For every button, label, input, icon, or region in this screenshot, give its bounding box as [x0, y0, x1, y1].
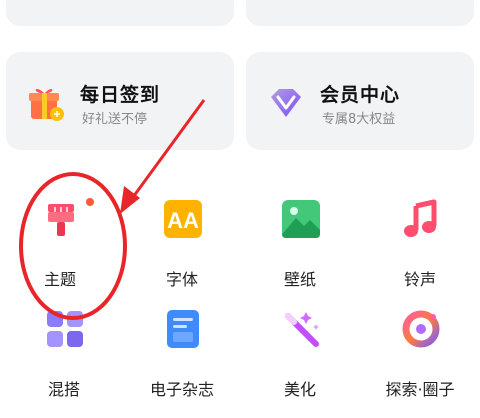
grid-item-ringtone[interactable]: 铃声 [360, 198, 480, 308]
daily-checkin-subtitle: 好礼送不停 [82, 112, 148, 127]
grid-item-mix[interactable]: 混搭 [4, 308, 124, 418]
member-center-subtitle: 专属8大权益 [322, 112, 396, 127]
grid-label-theme: 主题 [43, 270, 76, 289]
grid-label-magazine: 电子杂志 [149, 380, 214, 399]
grid-item-wallpaper[interactable]: 壁纸 [240, 198, 360, 308]
grid-label-beautify: 美化 [283, 380, 316, 399]
new-badge-dot [86, 198, 94, 206]
grid-tiles-icon [47, 311, 83, 347]
member-center-title: 会员中心 [320, 84, 401, 106]
grid-label-mix: 混搭 [47, 380, 80, 399]
grid-label-font: 字体 [165, 270, 198, 289]
daily-checkin-title: 每日签到 [80, 84, 161, 106]
grid-label-wallpaper: 壁纸 [283, 270, 316, 289]
grid-item-font[interactable]: AA 字体 [122, 198, 242, 308]
explore-ring-icon [402, 310, 440, 348]
grid-item-theme[interactable]: 主题 [0, 198, 120, 308]
diamond-icon [271, 89, 301, 117]
daily-checkin-card[interactable]: 每日签到 好礼送不停 [6, 52, 234, 150]
grid-item-beautify[interactable]: 美化 [240, 308, 360, 418]
top-cards-row: 花币 消息 [0, 0, 480, 30]
music-note-icon [404, 199, 437, 237]
messages-card[interactable]: 消息 [246, 0, 474, 26]
grid-label-ringtone: 铃声 [403, 270, 436, 289]
grid-item-magazine[interactable]: 电子杂志 [122, 308, 242, 418]
magazine-icon [167, 310, 199, 348]
coins-card[interactable]: 花币 [6, 0, 234, 26]
grid-item-explore[interactable]: 探索·圈子 [360, 308, 480, 418]
member-center-card[interactable]: 会员中心 专属8大权益 [246, 52, 474, 150]
svg-text:AA: AA [167, 208, 199, 233]
paintbrush-icon [48, 204, 74, 236]
grid-label-explore: 探索·圈子 [385, 380, 455, 399]
picture-icon [282, 200, 320, 238]
magic-wand-icon [285, 312, 319, 347]
font-icon: AA [164, 200, 202, 238]
gift-icon [29, 88, 64, 121]
